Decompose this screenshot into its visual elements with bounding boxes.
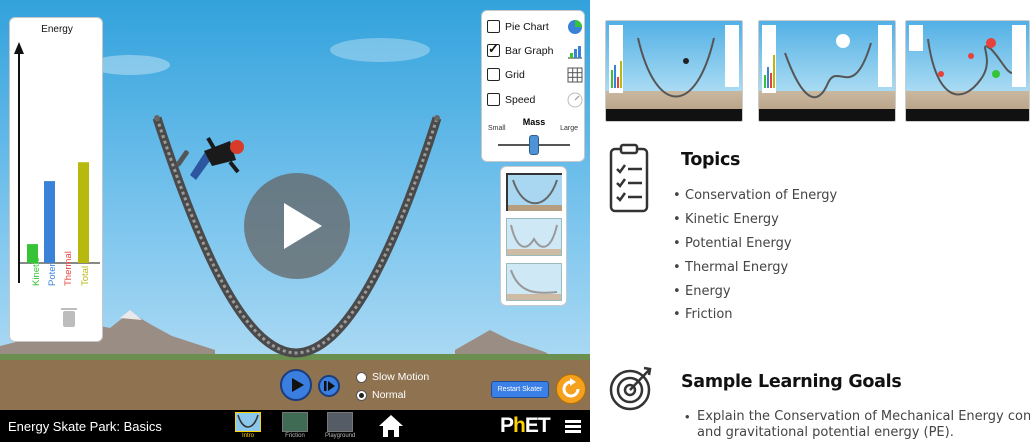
friction-tab-label: Friction — [285, 433, 305, 439]
restart-skater-button[interactable]: Restart Skater — [491, 381, 549, 398]
track-option-ramp[interactable] — [506, 263, 562, 301]
logo-et: ET — [524, 414, 551, 437]
goal-bullet: • — [685, 409, 690, 424]
mini-controls — [1012, 25, 1026, 87]
mini-track — [637, 37, 715, 98]
target-icon — [609, 366, 652, 411]
friction-thumbnail — [282, 412, 308, 432]
goal-item-continued: and gravitational potential energy (PE). — [697, 425, 954, 440]
bar-graph-option[interactable]: Bar Graph — [487, 41, 583, 59]
mini-nav-bar — [906, 109, 1029, 121]
potential-label: Potential — [47, 249, 58, 286]
track-option-double-well[interactable] — [506, 218, 562, 256]
screen-tab-playground[interactable]: Playground — [325, 411, 355, 441]
intro-thumbnail — [235, 412, 261, 432]
mini-nav-bar — [606, 109, 742, 121]
slow-motion-option[interactable]: Slow Motion — [356, 370, 429, 384]
screen-tab-friction[interactable]: Friction — [280, 411, 310, 441]
play-overlay-button[interactable] — [244, 173, 350, 279]
play-pause-button[interactable] — [280, 369, 312, 401]
grid-label: Grid — [505, 68, 525, 81]
total-label: Total — [80, 265, 91, 286]
track-control-point[interactable] — [154, 115, 160, 121]
mini-energy-panel — [609, 25, 623, 93]
normal-speed-option[interactable]: Normal — [356, 388, 406, 402]
topic-item: Conservation of Energy — [673, 188, 837, 203]
learning-goals-heading: Sample Learning Goals — [681, 372, 902, 392]
total-energy-bar — [78, 162, 89, 263]
cloud — [330, 38, 430, 62]
grid-option[interactable]: Grid — [487, 66, 583, 83]
energy-bars — [14, 42, 100, 283]
topic-item: Energy — [673, 284, 730, 299]
mini-nav-bar — [759, 109, 895, 121]
hamburger-menu-icon[interactable] — [565, 420, 581, 433]
play-icon — [284, 203, 322, 249]
screenshot-thumbnail-intro[interactable] — [605, 20, 743, 122]
playground-thumbnail — [327, 412, 353, 432]
skater[interactable] — [175, 136, 244, 180]
topic-item: Thermal Energy — [673, 260, 788, 275]
mini-legend-panel — [909, 25, 923, 51]
pie-chart-label: Pie Chart — [505, 20, 549, 33]
bar-graph-checkbox[interactable] — [487, 41, 500, 57]
grid-checkbox[interactable] — [487, 68, 500, 81]
trash-icon[interactable] — [61, 308, 77, 327]
reset-all-button[interactable] — [556, 374, 586, 404]
reset-icon — [562, 378, 580, 398]
screenshot-thumbnail-friction[interactable] — [758, 20, 896, 122]
view-options-panel: Pie Chart Bar Graph Grid — [481, 10, 585, 162]
kinetic-label: Kinetic — [31, 257, 42, 286]
mass-small-label: Small — [488, 125, 506, 132]
pie-chart-icon — [567, 19, 583, 35]
simulation-screen: Energy Kinetic Potential Thermal Total P… — [0, 0, 590, 442]
screenshot-thumbnail-playground[interactable] — [905, 20, 1030, 122]
energy-bar-graph-panel: Energy Kinetic Potential Thermal Total — [9, 17, 103, 342]
mini-track — [784, 34, 872, 99]
logo-p: P — [500, 414, 514, 437]
intro-tab-label: Intro — [241, 433, 254, 439]
checklist-icon — [609, 143, 649, 213]
page: Energy Kinetic Potential Thermal Total P… — [0, 0, 1030, 442]
slow-motion-radio[interactable] — [356, 371, 367, 383]
grid-icon — [567, 67, 583, 83]
step-forward-icon — [324, 381, 335, 391]
topics-heading: Topics — [681, 150, 741, 170]
screen-tab-intro[interactable]: Intro — [233, 411, 263, 441]
normal-speed-radio[interactable] — [356, 389, 367, 401]
mini-controls — [725, 25, 739, 87]
track-selector-panel — [500, 166, 567, 306]
navigation-bar: Energy Skate Park: Basics Intro Friction… — [0, 410, 590, 442]
speed-checkbox[interactable] — [487, 93, 500, 106]
step-forward-button[interactable] — [318, 375, 340, 397]
energy-axis-arrow — [14, 42, 24, 54]
play-icon — [292, 378, 304, 392]
pie-chart-option[interactable]: Pie Chart — [487, 18, 583, 35]
topic-item: Kinetic Energy — [673, 212, 779, 227]
logo-h: h — [513, 414, 526, 437]
bar-graph-icon — [567, 43, 583, 59]
mini-energy-panel — [762, 25, 776, 93]
track-option-valley[interactable] — [506, 173, 562, 211]
mini-track — [927, 38, 1025, 96]
speed-label: Speed — [505, 93, 536, 106]
mass-large-label: Large — [560, 125, 578, 132]
topic-item: Friction — [673, 307, 732, 322]
mass-slider-thumb[interactable] — [529, 135, 539, 155]
playground-tab-label: Playground — [325, 433, 356, 439]
sim-title: Energy Skate Park: Basics — [8, 419, 162, 434]
thermal-label: Thermal — [63, 251, 74, 286]
track-control-point[interactable] — [434, 115, 440, 121]
speedometer-icon — [567, 92, 583, 108]
mini-controls — [878, 25, 892, 87]
slow-motion-label: Slow Motion — [372, 371, 430, 383]
goal-item: Explain the Conservation of Mechanical E… — [697, 409, 1030, 424]
speed-option[interactable]: Speed — [487, 91, 583, 108]
normal-speed-label: Normal — [372, 389, 406, 401]
bar-graph-label: Bar Graph — [505, 44, 554, 57]
phet-logo[interactable]: PhET — [500, 414, 551, 438]
home-icon[interactable] — [378, 414, 404, 438]
topic-item: Potential Energy — [673, 236, 792, 251]
pie-chart-checkbox[interactable] — [487, 20, 500, 33]
